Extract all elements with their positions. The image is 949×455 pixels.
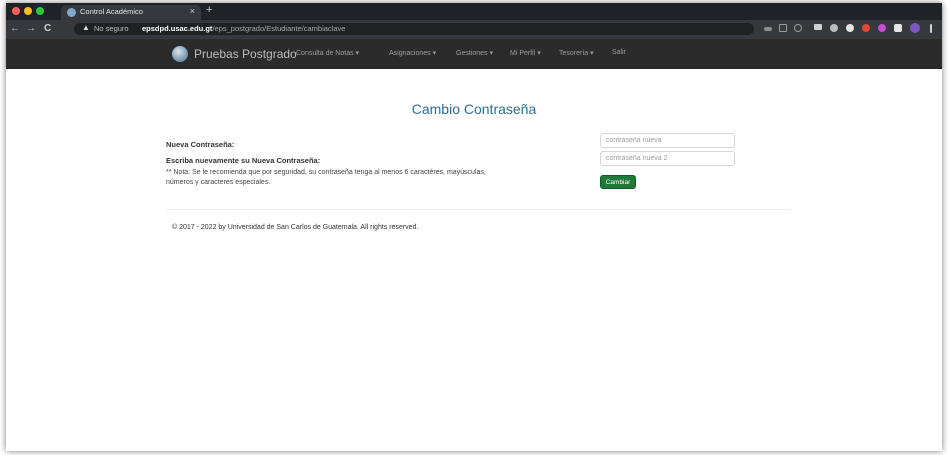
address-bar-row: ← → C ▲ No seguro epsdpd.usac.edu.gt/eps… [6,20,942,38]
extension-red-icon[interactable] [862,24,870,32]
repeat-password-field[interactable] [600,151,735,166]
nav-salir[interactable]: Salir [612,49,626,56]
footer-copyright: © 2017 - 2022 by Universidad de San Carl… [172,224,419,231]
favicon-icon [67,8,76,17]
page-title: Cambio Contraseña [411,101,537,117]
tab-strip: Control Académico × + [6,3,942,20]
tab-title: Control Académico [80,7,143,16]
star-icon[interactable] [794,24,802,32]
tab-close-icon[interactable]: × [190,6,195,16]
change-password-button[interactable]: Cambiar [600,175,636,189]
password-note: ** Nota: Se le recomienda que por seguri… [166,169,486,186]
new-password-field[interactable] [600,133,735,148]
url-path: /eps_postgrado/Estudiante/cambiaclave [212,24,346,33]
site-brand[interactable]: Pruebas Postgrado [194,47,297,61]
browser-window: Control Académico × + ← → C ▲ No seguro … [6,3,942,451]
warning-icon[interactable]: ▲ [82,23,90,32]
nav-mi-perfil[interactable]: Mi Perfil ▾ [510,49,541,57]
nav-asignaciones[interactable]: Asignaciones ▾ [389,49,436,57]
footer-divider [166,209,791,210]
close-window-icon[interactable] [12,7,20,15]
url-text[interactable]: epsdpd.usac.edu.gt/eps_postgrado/Estudia… [142,24,345,33]
key-icon[interactable] [764,27,772,31]
security-label[interactable]: No seguro [94,24,129,33]
reload-button[interactable]: C [44,23,51,34]
extension-list-icon[interactable] [814,24,822,30]
url-bar[interactable]: ▲ No seguro epsdpd.usac.edu.gt/eps_postg… [74,23,754,35]
minimize-window-icon[interactable] [24,7,32,15]
share-icon[interactable] [779,24,787,32]
extension-white-icon[interactable] [846,24,854,32]
repeat-password-label: Escriba nuevamente su Nueva Contraseña: [166,156,321,165]
extension-gray-icon[interactable] [830,24,838,32]
nav-tesoreria[interactable]: Tesorería ▾ [559,49,594,57]
nav-gestiones[interactable]: Gestiones ▾ [456,49,493,57]
site-navbar: Pruebas Postgrado Consulta de Notas ▾ As… [6,38,942,69]
maximize-window-icon[interactable] [36,7,44,15]
new-tab-button[interactable]: + [206,4,212,16]
profile-avatar-icon[interactable] [910,23,920,33]
browser-menu-icon[interactable] [930,24,932,33]
site-logo-icon [172,46,188,62]
browser-tab[interactable]: Control Académico × [61,5,201,20]
extensions-puzzle-icon[interactable] [894,24,902,32]
url-host: epsdpd.usac.edu.gt [142,24,213,33]
extension-purple-icon[interactable] [878,24,886,32]
nav-consulta-notas[interactable]: Consulta de Notas ▾ [296,49,359,57]
forward-button[interactable]: → [26,23,36,34]
new-password-label: Nueva Contraseña: [166,140,235,149]
back-button[interactable]: ← [10,23,20,34]
